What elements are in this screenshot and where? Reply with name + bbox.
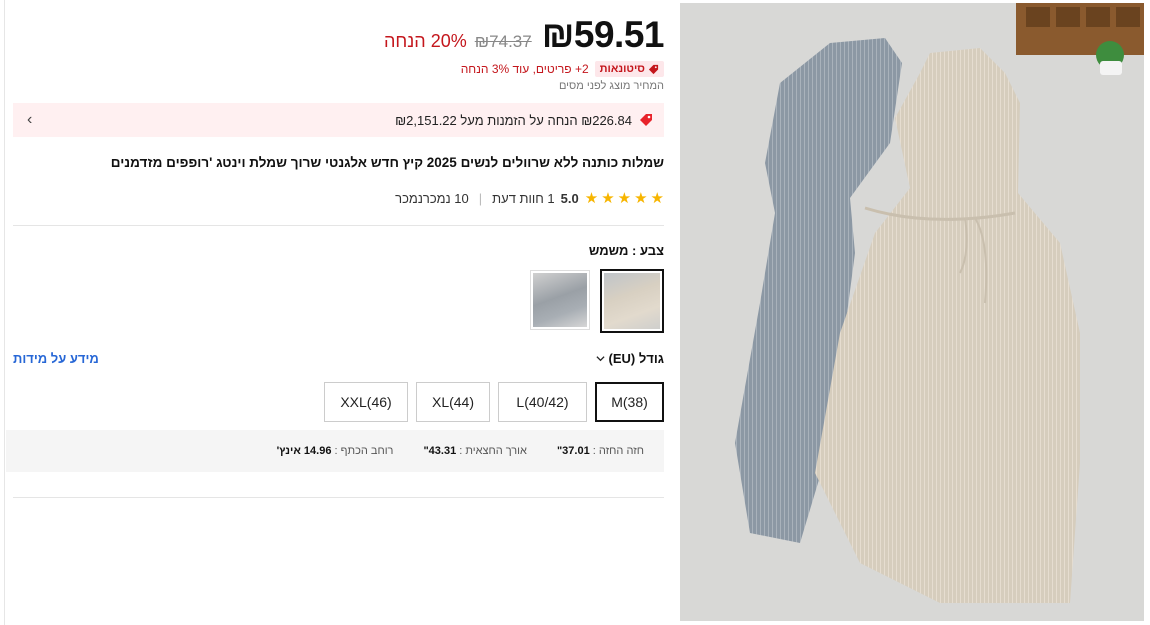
promo-text: 2+ פריטים, עוד 3% הנחה <box>460 62 589 76</box>
size-options: M(38) L(40/42) XL(44) XXL(46) <box>13 382 664 422</box>
star-icon: ★ <box>634 190 648 207</box>
size-option-xxl[interactable]: XXL(46) <box>324 382 408 422</box>
shoulder-measurement: רוחב הכתף : 14.96 אינץ' <box>277 445 394 457</box>
tag-icon <box>648 64 659 74</box>
bust-label: חזה החזה : <box>589 445 644 457</box>
length-label: אורך החצאית : <box>456 445 527 457</box>
wholesale-badge-label: סיטונאות <box>599 63 645 75</box>
length-value: 43.31" <box>423 445 457 457</box>
measurements-box: חזה החזה : 37.01" אורך החצאית : 43.31" ר… <box>6 430 664 472</box>
product-main-image[interactable] <box>680 3 1144 621</box>
length-measurement: אורך החצאית : 43.31" <box>423 445 527 457</box>
divider <box>13 497 664 498</box>
swatch-thumbnail <box>604 273 660 329</box>
tax-note: המחיר מוצג לפני מסים <box>558 80 664 92</box>
shoulder-value: 14.96 אינץ' <box>276 445 332 457</box>
coupon-icon <box>640 114 652 126</box>
star-rating: ★ ★ ★ ★ ★ <box>585 189 664 207</box>
star-icon: ★ <box>601 190 615 207</box>
size-label[interactable]: גודל (EU) <box>595 351 665 366</box>
wholesale-badge: סיטונאות <box>594 61 664 77</box>
color-swatch-apricot[interactable] <box>600 269 664 333</box>
coupon-content: ₪226.84 הנחה על הזמנות מעל ₪2,151.22 <box>395 112 654 128</box>
size-option-m[interactable]: M(38) <box>595 382 664 422</box>
rating-row[interactable]: ★ ★ ★ ★ ★ 5.0 1 חוות דעת | 10 נמכרנמכר <box>13 189 664 207</box>
discount-percent: 20% הנחה <box>384 31 467 51</box>
color-label: צבע : משמש <box>588 243 664 258</box>
chevron-left-icon[interactable]: › <box>27 111 32 129</box>
sold-count: 10 נמכרנמכר <box>395 190 469 206</box>
size-option-l[interactable]: L(40/42) <box>498 382 587 422</box>
size-label-text: גודל (EU) <box>608 351 665 366</box>
star-icon: ★ <box>617 190 632 207</box>
divider <box>13 225 664 226</box>
price-row: ₪59.51 ₪74.37 20% הנחה <box>13 14 664 58</box>
swatch-thumbnail <box>533 273 587 327</box>
page-edge <box>4 0 5 625</box>
product-photo <box>680 3 1144 621</box>
shoulder-label: רוחב הכתף : <box>331 445 394 457</box>
bust-measurement: חזה החזה : 37.01" <box>557 445 644 457</box>
promo-row: סיטונאות 2+ פריטים, עוד 3% הנחה <box>13 60 664 78</box>
star-icon: ★ <box>650 190 664 207</box>
size-option-xl[interactable]: XL(44) <box>416 382 490 422</box>
coupon-bar[interactable]: ₪226.84 הנחה על הזמנות מעל ₪2,151.22 › <box>13 103 664 137</box>
color-swatch-gray[interactable] <box>530 270 590 330</box>
bust-value: 37.01" <box>556 445 590 457</box>
size-row: גודל (EU) מידע על מידות <box>13 351 664 366</box>
product-title: שמלות כותנה ללא שרוולים לנשים 2025 קיץ ח… <box>110 155 664 170</box>
original-price: ₪74.37 <box>474 32 532 51</box>
star-icon: ★ <box>584 190 599 207</box>
coupon-text: ₪226.84 הנחה על הזמנות מעל ₪2,151.22 <box>395 112 632 128</box>
size-guide-link[interactable]: מידע על מידות <box>13 351 99 366</box>
color-swatches <box>13 269 664 333</box>
separator: | <box>478 190 483 206</box>
current-price: ₪59.51 <box>541 14 665 55</box>
rating-value: 5.0 <box>560 190 579 206</box>
chevron-down-icon <box>595 356 605 362</box>
review-count[interactable]: 1 חוות דעת <box>492 191 555 206</box>
